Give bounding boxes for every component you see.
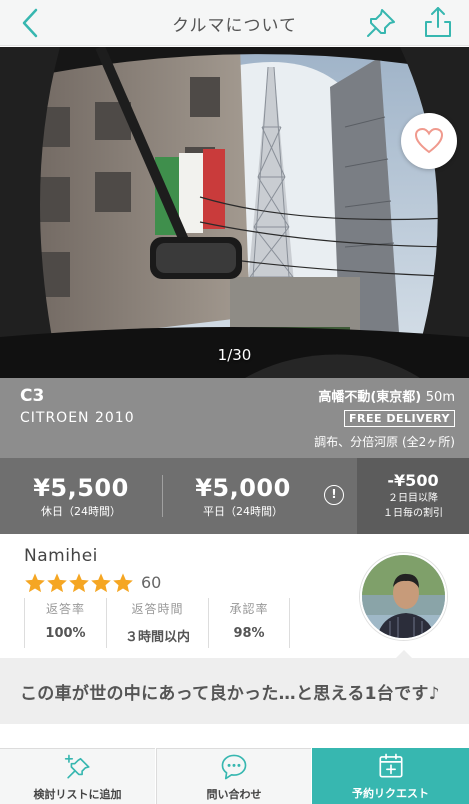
pin-add-icon xyxy=(64,754,90,779)
holiday-price-amount: ¥5,500 xyxy=(33,474,129,502)
contact-button[interactable]: 問い合わせ xyxy=(156,748,311,804)
car-maker-year: CITROEN 2010 xyxy=(20,410,135,426)
star-icon xyxy=(25,573,45,593)
car-location: 高幡不動(東京都) 50m xyxy=(318,386,455,405)
multi-day-discount: -¥500 ２日目以降 １日毎の割引 xyxy=(357,458,469,534)
discount-amount: -¥500 xyxy=(387,471,439,490)
discount-line-1: ２日目以降 xyxy=(388,493,438,504)
car-info-band: C3 CITROEN 2010 高幡不動(東京都) 50m FREE DELIV… xyxy=(0,378,469,458)
reservation-request-label: 予約リクエスト xyxy=(352,787,429,800)
car-photo-carousel[interactable] xyxy=(0,47,469,378)
photo-counter: 1/30 xyxy=(217,346,252,364)
car-tagline: この車が世の中にあって良かった…と思える1台です♪ xyxy=(20,684,440,704)
car-model: C3 xyxy=(20,386,45,406)
stat-value: 100% xyxy=(45,626,86,641)
reservation-request-button[interactable]: 予約リクエスト xyxy=(312,748,469,804)
discount-line-2: １日毎の割引 xyxy=(383,508,443,519)
favorite-button[interactable] xyxy=(401,113,457,169)
weekday-price-amount: ¥5,000 xyxy=(195,474,291,502)
add-to-wishlist-button[interactable]: 検討リストに追加 xyxy=(0,748,155,804)
share-icon xyxy=(425,7,451,37)
stat-label: 返答率 xyxy=(45,602,85,616)
location-name: 高幡不動(東京都) xyxy=(318,390,422,405)
location-distance: 50m xyxy=(425,390,455,405)
contact-label: 問い合わせ xyxy=(206,788,262,801)
tagline-box: この車が世の中にあって良かった…と思える1台です♪ xyxy=(0,658,469,724)
car-photo xyxy=(0,47,469,378)
chat-bubble-icon xyxy=(221,754,247,780)
stat-label: 承認率 xyxy=(229,602,269,616)
host-photo xyxy=(362,555,445,638)
review-count: 60 xyxy=(141,573,162,592)
heart-icon xyxy=(414,127,444,154)
host-avatar[interactable] xyxy=(360,553,447,640)
stat-value: ３時間以内 xyxy=(124,630,190,645)
stat-label: 返答時間 xyxy=(131,602,184,616)
star-icon xyxy=(91,573,111,593)
add-to-wishlist-label: 検討リストに追加 xyxy=(33,788,122,801)
delivery-areas[interactable]: 調布、分倍河原 (全2ヶ所) xyxy=(314,433,455,450)
calendar-add-icon xyxy=(378,753,403,778)
pin-icon xyxy=(367,9,395,37)
host-name: Namihei xyxy=(24,546,98,566)
weekday-price-label: 平日（24時間） xyxy=(203,505,283,518)
stat-approval-rate: 承認率 98% xyxy=(208,598,290,648)
stat-response-time: 返答時間 ３時間以内 xyxy=(106,598,208,648)
stat-value: 98% xyxy=(233,626,265,641)
holiday-price-label: 休日（24時間） xyxy=(41,505,121,518)
page-title: クルマについて xyxy=(172,16,297,36)
holiday-price: ¥5,500 休日（24時間） xyxy=(0,458,162,534)
content-spacer xyxy=(0,724,469,748)
info-icon[interactable]: ! xyxy=(324,485,344,505)
weekday-price: ¥5,000 平日（24時間） xyxy=(163,458,323,534)
star-icon xyxy=(69,573,89,593)
top-nav-bar: クルマについて xyxy=(0,0,469,46)
star-icon xyxy=(47,573,67,593)
stat-response-rate: 返答率 100% xyxy=(24,598,106,648)
free-delivery-badge: FREE DELIVERY xyxy=(344,410,455,427)
star-icon xyxy=(113,573,133,593)
pin-button[interactable] xyxy=(364,6,398,40)
price-band: ¥5,500 休日（24時間） ¥5,000 平日（24時間） ! -¥500 … xyxy=(0,458,469,534)
share-button[interactable] xyxy=(420,4,456,40)
bottom-action-bar: 検討リストに追加 問い合わせ 予約リクエスト xyxy=(0,748,469,804)
